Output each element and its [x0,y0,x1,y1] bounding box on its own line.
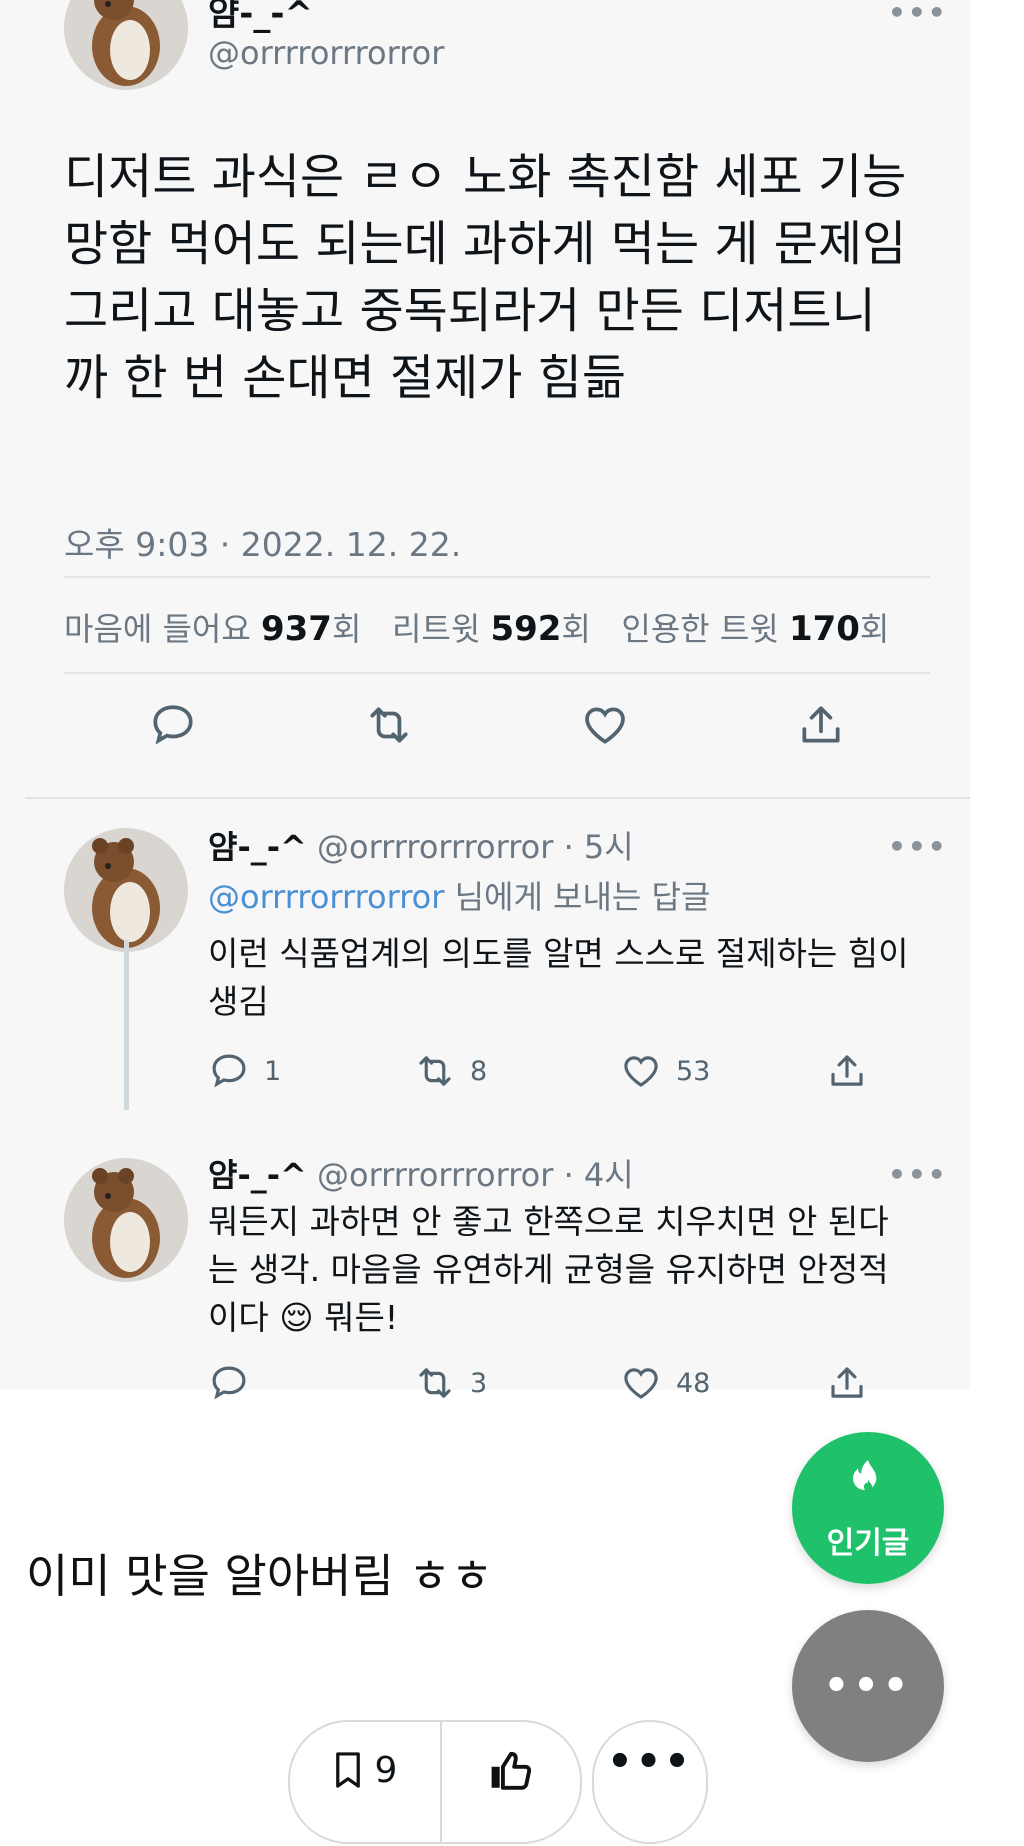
reply-icon [212,1054,246,1088]
reply-icon[interactable] [148,700,198,750]
reply-text-line: 는 생각. 마음을 유연하게 균형을 유지하면 안정적 [208,1250,889,1289]
more-options-icon[interactable]: ••• [888,0,948,29]
quotes-stat[interactable]: 인용한 트윗 170회 [621,609,890,649]
bear-avatar-image [64,828,188,952]
tweet-stats: 마음에 들어요 937회 리트윗 592회 인용한 트윗 170회 [64,604,889,650]
likes-unit: 회 [331,610,362,648]
reply-action[interactable] [208,1362,264,1404]
bookmark-button[interactable]: 9 [290,1722,440,1842]
flame-icon [853,1460,877,1492]
retweets-stat[interactable]: 리트윗 592회 [391,609,591,649]
popular-posts-label: 인기글 [826,1526,910,1561]
tweet-text-line: 그리고 대놓고 중독되라거 만든 디저트니 [64,283,876,339]
divider [64,576,930,578]
share-action[interactable] [826,1362,868,1404]
reply-text-line: 생김 [208,982,269,1021]
like-action[interactable]: 48 [620,1362,710,1404]
reply-text: 뭐든지 과하면 안 좋고 한쪽으로 치우치면 안 된다 는 생각. 마음을 유연… [208,1198,889,1342]
relieved-face-emoji: 😌 [279,1298,314,1337]
tweet-text-line: 디저트 과식은 ㄹㅇ 노화 촉진함 세포 기능 [64,149,907,205]
retweet-count: 8 [470,1055,488,1087]
reply-text-line: 뭐든지 과하면 안 좋고 한쪽으로 치우치면 안 된다 [208,1202,889,1241]
bookmark-icon [335,1752,360,1788]
tweet-text-line: 까 한 번 손대면 절제가 힘듦 [64,350,627,406]
more-options-icon[interactable]: ••• [888,830,948,863]
like-icon [624,1368,658,1399]
reply-text-fragment: 뭐든! [313,1298,399,1337]
author-handle[interactable]: @orrrrorrrorror [208,34,444,72]
like-button[interactable] [442,1722,580,1842]
tweet-timestamp[interactable]: 오후 9:03 · 2022. 12. 22. [64,518,461,566]
author-handle[interactable]: @orrrrorrrorror [317,1156,553,1194]
avatar[interactable] [64,828,188,952]
avatar[interactable] [64,1158,188,1282]
retweets-count: 592 [490,609,562,649]
share-icon [831,1055,863,1086]
like-count: 48 [676,1367,711,1399]
reply-text-line: 이런 식품업계의 의도를 알면 스스로 절제하는 힘이 [208,934,909,973]
retweet-action[interactable]: 8 [414,1050,487,1092]
reply-time[interactable]: · 5시 [564,828,634,866]
divider [25,797,970,799]
likes-stat[interactable]: 마음에 들어요 937회 [64,609,362,649]
quotes-unit: 회 [859,610,890,648]
divider [64,672,930,674]
mention-link[interactable]: @orrrrorrrorror [208,878,444,916]
author-name[interactable]: 얌-_-^ [208,0,313,35]
retweet-action[interactable]: 3 [414,1362,487,1404]
retweet-icon [419,1056,451,1086]
thread-connector [124,940,129,1110]
retweet-count: 3 [470,1367,488,1399]
likes-count: 937 [260,609,332,649]
retweet-icon [419,1368,451,1398]
thumbs-up-icon [491,1751,532,1790]
author-handle[interactable]: @orrrrorrrorror [317,828,553,866]
like-count: 53 [676,1055,711,1087]
post-caption: 이미 맛을 알아버림 ㅎㅎ [26,1549,494,1603]
like-icon[interactable] [580,700,630,750]
bookmark-count: 9 [374,1749,398,1791]
reply-text-fragment: 이다 [208,1298,280,1337]
share-icon [831,1367,863,1398]
author-name[interactable]: 얌-_-^ [208,1156,307,1194]
like-action[interactable]: 53 [620,1050,710,1092]
reply-text: 이런 식품업계의 의도를 알면 스스로 절제하는 힘이 생김 [208,930,909,1026]
tweet-text-line: 망함 먹어도 되는데 과하게 먹는 게 문제임 [64,216,907,272]
more-menu-button[interactable]: ••• [792,1610,944,1762]
quotes-count: 170 [788,609,860,649]
reply-action[interactable]: 1 [208,1050,281,1092]
popular-posts-button[interactable]: 인기글 [792,1432,944,1584]
more-options-icon[interactable]: ••• [888,1158,948,1191]
bear-avatar-image [64,1158,188,1282]
replying-to: @orrrrorrrorror 님에게 보내는 답글 [208,872,710,918]
tweet-text: 디저트 과식은 ㄹㅇ 노화 촉진함 세포 기능 망함 먹어도 되는데 과하게 먹… [64,144,906,412]
like-icon [624,1056,658,1087]
reply-header: 얌-_-^ @orrrrorrrorror · 4시 [208,1150,634,1196]
retweets-label: 리트윗 [391,610,481,648]
reply-header: 얌-_-^ @orrrrorrrorror · 5시 [208,822,634,868]
replying-to-suffix: 님에게 보내는 답글 [444,878,711,916]
share-icon[interactable] [796,700,846,750]
author-name[interactable]: 얌-_-^ [208,828,307,866]
reply-count: 1 [264,1055,282,1087]
reply-time[interactable]: · 4시 [564,1156,634,1194]
quotes-label: 인용한 트윗 [621,610,779,648]
share-more-button[interactable]: ••• [592,1720,708,1844]
reply-text-line: 이다 😌 뭐든! [208,1294,889,1342]
retweets-unit: 회 [561,610,591,648]
likes-label: 마음에 들어요 [64,610,251,648]
share-action[interactable] [826,1050,868,1092]
reply-icon [212,1366,246,1400]
retweet-icon[interactable] [364,700,414,750]
bookmark-like-bar: 9 [288,1720,582,1844]
